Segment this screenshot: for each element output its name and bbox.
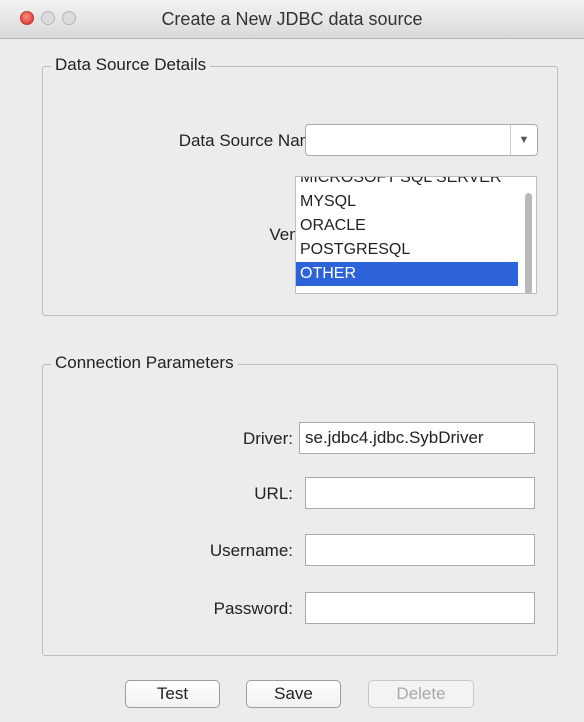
title-bar: Create a New JDBC data source — [0, 0, 584, 39]
url-label: URL: — [254, 484, 293, 503]
data-source-details-title: Data Source Details — [51, 55, 211, 75]
driver-label: Driver: — [242, 429, 293, 448]
save-button[interactable]: Save — [246, 680, 341, 708]
data-source-name-combo[interactable]: ▼ — [305, 124, 538, 156]
vendor-item-oracle[interactable]: ORACLE — [296, 214, 518, 238]
test-button[interactable]: Test — [125, 680, 220, 708]
vendor-item-microsoft-sql-server[interactable]: MICROSOFT SQL SERVER — [296, 177, 518, 190]
vendor-list-scrollbar[interactable] — [525, 193, 532, 293]
window-title: Create a New JDBC data source — [161, 9, 423, 29]
password-label: Password: — [213, 599, 293, 618]
password-field[interactable] — [305, 592, 535, 624]
driver-field[interactable]: se.jdbc4.jdbc.SybDriver — [299, 422, 535, 454]
connection-parameters-title: Connection Parameters — [51, 353, 238, 373]
url-field[interactable] — [305, 477, 535, 509]
connection-parameters-group: Connection Parameters Driver: se.jdbc4.j… — [42, 353, 558, 656]
delete-button: Delete — [368, 680, 474, 708]
vendor-item-other[interactable]: OTHER — [296, 262, 518, 286]
vendor-item-mysql[interactable]: MYSQL — [296, 190, 518, 214]
username-field[interactable] — [305, 534, 535, 566]
username-label: Username: — [209, 541, 293, 560]
data-source-details-group: Data Source Details Data Source Name: ▼ … — [42, 55, 558, 316]
chevron-down-icon[interactable]: ▼ — [510, 125, 537, 155]
vendor-item-postgresql[interactable]: POSTGRESQL — [296, 238, 518, 262]
vendor-list[interactable]: MICROSOFT SQL SERVER MYSQL ORACLE POSTGR… — [295, 176, 537, 294]
